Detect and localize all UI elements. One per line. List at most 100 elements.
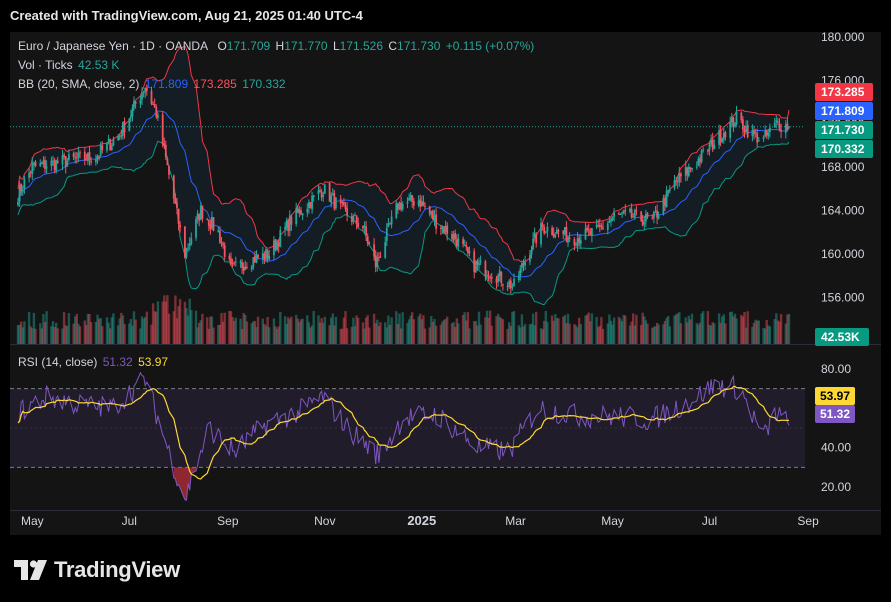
- candle-body: [50, 160, 53, 166]
- candle-body: [174, 198, 177, 204]
- candle-body: [300, 210, 302, 215]
- bb-legend: BB (20, SMA, close, 2) 171.809 173.285 1…: [18, 77, 288, 91]
- candle-body: [211, 216, 213, 229]
- volume-bar: [635, 314, 638, 344]
- volume-bar: [290, 316, 293, 344]
- candle-body: [479, 261, 482, 263]
- volume-bar: [312, 311, 315, 344]
- volume-bar: [156, 301, 160, 344]
- candle-body: [177, 208, 180, 224]
- volume-bar: [768, 326, 772, 344]
- candle-body: [710, 139, 712, 145]
- candle-body: [506, 285, 509, 287]
- time-tick-label: Sep: [217, 514, 239, 528]
- volume-bar: [123, 323, 126, 344]
- volume-bars: [16, 295, 791, 344]
- candle-body: [773, 122, 776, 127]
- candle-body: [777, 121, 779, 123]
- candle-body: [756, 133, 759, 143]
- volume-bar: [45, 311, 48, 344]
- candle-body: [279, 230, 282, 247]
- candle-body: [444, 226, 447, 233]
- candle-body: [778, 124, 781, 131]
- volume-bar: [690, 313, 694, 344]
- volume-bar: [590, 313, 594, 344]
- candle-body: [784, 124, 787, 133]
- candle-body: [153, 104, 156, 108]
- candle-body: [23, 178, 26, 189]
- time-tick-label: Mar: [505, 514, 526, 528]
- candle-body: [343, 202, 345, 205]
- candle-body: [287, 221, 290, 232]
- candle-body: [654, 211, 657, 213]
- candle-body: [446, 225, 449, 235]
- candle-body: [296, 208, 299, 213]
- time-tick-label: Nov: [314, 514, 335, 528]
- chart-canvas[interactable]: 156.000160.000164.000168.000172.000176.0…: [10, 32, 881, 535]
- volume-bar: [268, 327, 271, 344]
- volume-bar: [134, 319, 137, 344]
- candle-body: [246, 267, 248, 269]
- volume-bar: [557, 318, 560, 344]
- volume-bar: [34, 328, 37, 344]
- candle-body: [265, 249, 267, 260]
- candle-body: [730, 117, 733, 122]
- symbol-name[interactable]: Euro / Japanese Yen · 1D · OANDA: [18, 39, 208, 53]
- candle-body: [379, 256, 382, 258]
- candle-body: [274, 239, 277, 250]
- candle-body: [352, 215, 355, 222]
- candle-body: [273, 240, 275, 256]
- candle-body: [651, 217, 654, 219]
- candle-body: [732, 117, 735, 127]
- time-tick-label: May: [21, 514, 44, 528]
- candle-body: [75, 157, 78, 159]
- volume-bar: [112, 313, 115, 344]
- bb-label[interactable]: BB (20, SMA, close, 2): [18, 77, 139, 91]
- volume-label[interactable]: Vol · Ticks: [18, 58, 73, 72]
- candle-body: [708, 144, 711, 151]
- candle-body: [742, 119, 744, 130]
- candle-body: [665, 190, 668, 208]
- candle-body: [17, 201, 19, 206]
- candle-body: [420, 201, 423, 207]
- candle-body: [606, 223, 609, 230]
- rsi-tick-label: 40.00: [821, 441, 851, 455]
- volume-bar: [523, 324, 527, 344]
- candle-body: [252, 257, 255, 268]
- chart-frame[interactable]: 156.000160.000164.000168.000172.000176.0…: [10, 32, 881, 535]
- volume-bar: [56, 328, 59, 344]
- price-legend: Euro / Japanese Yen · 1D · OANDA O171.70…: [18, 39, 536, 53]
- candle-body: [179, 224, 181, 228]
- candle-body: [765, 130, 768, 136]
- candle-body: [695, 166, 698, 168]
- candle-body: [524, 261, 526, 266]
- close-value: 171.730: [397, 39, 441, 53]
- candle-body: [487, 276, 490, 278]
- candle-body: [44, 159, 46, 169]
- rsi-label[interactable]: RSI (14, close): [18, 355, 97, 369]
- candle-body: [462, 239, 464, 245]
- volume-bar: [323, 316, 326, 344]
- volume-bar: [178, 299, 182, 344]
- candle-body: [586, 227, 588, 231]
- candle-body: [489, 277, 491, 279]
- candle-body: [166, 158, 169, 166]
- candle-body: [350, 216, 353, 222]
- open-value: 171.709: [226, 39, 271, 53]
- candle-body: [222, 243, 224, 246]
- volume-bar: [535, 311, 538, 344]
- candle-body: [52, 160, 54, 162]
- candle-body: [595, 225, 598, 228]
- brand-footer[interactable]: TradingView: [14, 556, 180, 584]
- candle-body: [452, 233, 455, 241]
- price-badge-label: 171.730: [821, 123, 865, 137]
- candle-body: [484, 261, 487, 277]
- candle-body: [63, 154, 65, 157]
- open-label: O: [217, 39, 227, 53]
- high-label: H: [275, 39, 285, 53]
- rsi-badge-label: 51.32: [820, 407, 850, 421]
- volume-bar: [78, 326, 82, 344]
- volume-bar: [89, 322, 93, 344]
- candle-body: [597, 225, 600, 227]
- price-badge-label: 170.332: [821, 142, 865, 156]
